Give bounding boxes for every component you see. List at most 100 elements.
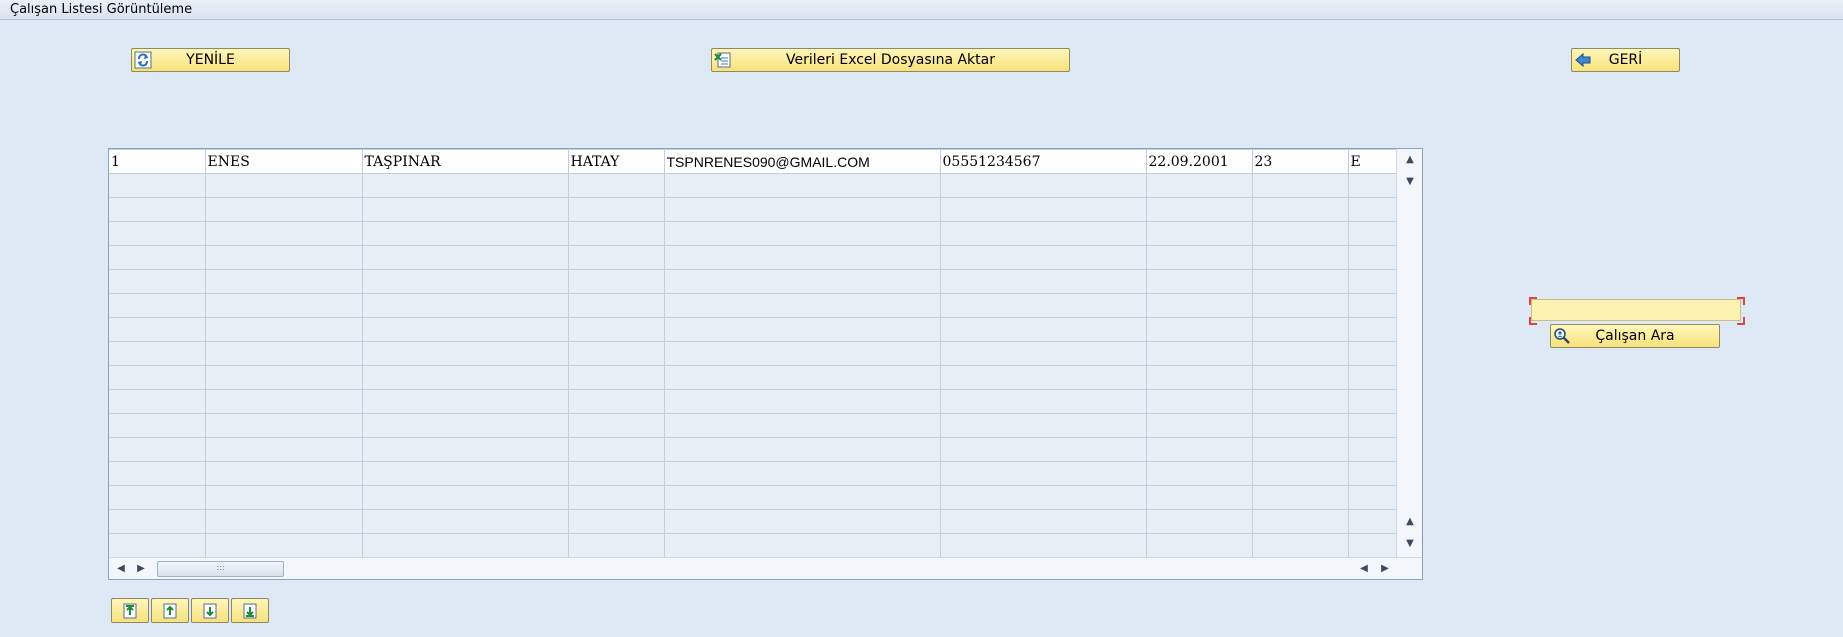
table-cell[interactable]	[568, 245, 665, 270]
table-cell[interactable]	[664, 221, 941, 246]
table-cell[interactable]	[568, 389, 665, 414]
table-cell[interactable]	[568, 317, 665, 342]
table-row[interactable]	[109, 365, 1397, 390]
table-cell[interactable]	[109, 197, 206, 222]
table-cell[interactable]	[940, 293, 1147, 318]
table-cell[interactable]	[1146, 437, 1253, 462]
table-cell[interactable]	[940, 245, 1147, 270]
table-cell[interactable]	[205, 533, 363, 558]
table-cell[interactable]	[1146, 221, 1253, 246]
horizontal-scrollbar[interactable]: ◀ ▶ ::: ◀ ▶	[109, 557, 1422, 579]
table-cell[interactable]	[568, 197, 665, 222]
page-down-button[interactable]	[191, 598, 229, 623]
table-cell[interactable]	[940, 533, 1147, 558]
table-cell[interactable]	[362, 197, 569, 222]
table-row[interactable]	[109, 413, 1397, 438]
table-cell[interactable]	[109, 533, 206, 558]
table-cell[interactable]	[1146, 413, 1253, 438]
table-cell[interactable]	[109, 173, 206, 198]
table-cell[interactable]	[1146, 389, 1253, 414]
table-cell[interactable]	[568, 461, 665, 486]
table-cell[interactable]	[1252, 293, 1349, 318]
table-cell[interactable]	[109, 245, 206, 270]
table-cell[interactable]	[1348, 461, 1397, 486]
table-cell[interactable]: E	[1348, 149, 1397, 174]
table-cell[interactable]	[940, 341, 1147, 366]
table-cell[interactable]	[1146, 341, 1253, 366]
table-cell[interactable]	[205, 341, 363, 366]
table-cell[interactable]	[664, 437, 941, 462]
table-cell[interactable]	[362, 317, 569, 342]
table-cell[interactable]	[940, 389, 1147, 414]
table-cell[interactable]	[362, 293, 569, 318]
table-cell[interactable]	[1252, 389, 1349, 414]
table-cell[interactable]	[940, 197, 1147, 222]
scroll-up-bottom-icon[interactable]: ▲	[1404, 517, 1416, 527]
scroll-right-end-icon[interactable]: ▶	[1380, 563, 1390, 575]
table-cell[interactable]	[1252, 173, 1349, 198]
table-cell[interactable]: 05551234567	[940, 149, 1147, 174]
table-cell[interactable]	[109, 461, 206, 486]
table-cell[interactable]	[362, 461, 569, 486]
table-cell[interactable]	[109, 341, 206, 366]
first-page-button[interactable]	[111, 598, 149, 623]
table-cell[interactable]	[568, 221, 665, 246]
scroll-left-end-icon[interactable]: ◀	[1359, 563, 1369, 575]
table-cell[interactable]	[362, 269, 569, 294]
table-cell[interactable]: 23	[1252, 149, 1349, 174]
table-cell[interactable]	[109, 437, 206, 462]
table-cell[interactable]	[1348, 269, 1397, 294]
table-row[interactable]	[109, 461, 1397, 486]
table-cell[interactable]	[1252, 221, 1349, 246]
table-cell[interactable]	[362, 245, 569, 270]
table-row[interactable]	[109, 269, 1397, 294]
table-cell[interactable]	[1252, 365, 1349, 390]
table-cell[interactable]	[109, 413, 206, 438]
table-cell[interactable]	[1146, 365, 1253, 390]
table-cell[interactable]	[1252, 317, 1349, 342]
table-cell[interactable]	[1252, 485, 1349, 510]
table-row[interactable]	[109, 485, 1397, 510]
table-cell[interactable]	[664, 461, 941, 486]
table-row[interactable]: 1 ENES TAŞPINAR HATAY TSPNRENES090@GMAIL.COM…	[109, 149, 1397, 174]
table-cell[interactable]	[940, 509, 1147, 534]
scroll-down-bottom-icon[interactable]: ▼	[1404, 539, 1416, 549]
table-row[interactable]	[109, 533, 1397, 558]
table-cell[interactable]	[205, 413, 363, 438]
table-cell[interactable]	[205, 221, 363, 246]
table-cell[interactable]	[1146, 197, 1253, 222]
table-cell[interactable]	[1146, 269, 1253, 294]
table-cell[interactable]	[664, 509, 941, 534]
table-cell[interactable]	[940, 221, 1147, 246]
table-row[interactable]	[109, 317, 1397, 342]
export-excel-button[interactable]: Verileri Excel Dosyasına Aktar	[711, 48, 1070, 72]
table-cell[interactable]	[664, 533, 941, 558]
table-cell[interactable]	[205, 485, 363, 510]
table-cell[interactable]	[109, 485, 206, 510]
table-cell[interactable]	[664, 245, 941, 270]
table-row[interactable]	[109, 341, 1397, 366]
table-cell[interactable]	[109, 389, 206, 414]
table-cell[interactable]	[940, 413, 1147, 438]
table-cell[interactable]	[362, 365, 569, 390]
table-cell[interactable]	[568, 485, 665, 510]
table-cell[interactable]	[940, 269, 1147, 294]
table-row[interactable]	[109, 197, 1397, 222]
table-row[interactable]	[109, 221, 1397, 246]
table-cell[interactable]: ENES	[205, 149, 363, 174]
table-cell[interactable]	[1348, 197, 1397, 222]
table-row[interactable]	[109, 173, 1397, 198]
table-cell[interactable]	[205, 509, 363, 534]
table-cell[interactable]	[205, 293, 363, 318]
table-cell[interactable]	[1348, 221, 1397, 246]
vertical-scrollbar[interactable]: ▲ ▼ ▲ ▼	[1396, 149, 1422, 557]
table-cell[interactable]: 1	[109, 149, 206, 174]
table-cell[interactable]	[205, 389, 363, 414]
table-cell[interactable]	[664, 173, 941, 198]
table-cell[interactable]	[568, 413, 665, 438]
table-cell[interactable]	[664, 365, 941, 390]
table-cell[interactable]	[568, 533, 665, 558]
table-cell[interactable]	[1348, 173, 1397, 198]
table-cell[interactable]	[362, 173, 569, 198]
table-cell[interactable]	[109, 317, 206, 342]
